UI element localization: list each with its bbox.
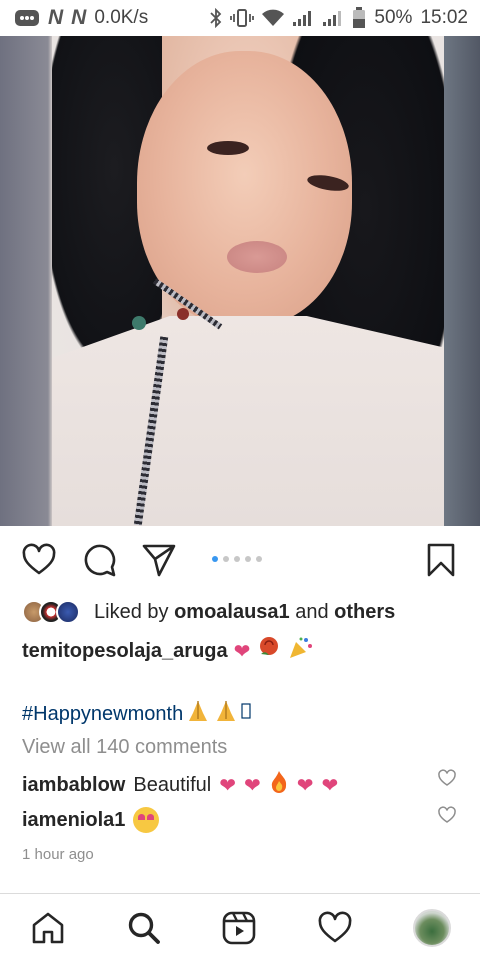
nav-profile-avatar[interactable] (413, 909, 451, 947)
photo-eye-left (207, 141, 249, 155)
liked-by-user[interactable]: omoalausa1 (174, 601, 290, 624)
heart-emoji-icon: ❤ (296, 774, 314, 797)
folded-hands-icon (213, 699, 239, 729)
wifi-icon (262, 9, 285, 27)
carousel-dot (245, 556, 251, 562)
paper-plane-icon (142, 544, 176, 577)
clock: 15:02 (420, 7, 468, 28)
post-action-bar (0, 526, 480, 594)
comment-icon (84, 544, 116, 577)
comment-username[interactable]: iambablow (22, 774, 125, 797)
heart-outline-icon (438, 806, 456, 823)
unknown-glyph-icon (241, 701, 251, 727)
like-button[interactable] (21, 542, 57, 578)
heart-outline-icon (318, 911, 352, 943)
status-bar: N N 0.0K/s 50% 15:02 (0, 0, 480, 36)
avatar (56, 600, 80, 624)
post-timestamp: 1 hour ago (22, 846, 94, 863)
search-icon (128, 912, 160, 944)
liked-by-joiner: and (295, 600, 329, 623)
vibrate-icon (230, 8, 255, 28)
heart-outline-icon (438, 769, 456, 786)
heart-emoji-icon: ❤ (219, 774, 236, 797)
hashtag-link[interactable]: #Happynewmonth (22, 703, 183, 726)
nav-activity[interactable] (317, 910, 353, 946)
carousel-dot (256, 556, 262, 562)
signal-icon (292, 9, 314, 27)
network-speed: 0.0K/s (94, 7, 149, 28)
bookmark-icon (427, 543, 455, 577)
heart-eyes-emoji-icon (133, 807, 160, 833)
bottom-nav (0, 893, 480, 960)
nav-reels[interactable] (221, 910, 257, 946)
battery-icon (352, 7, 366, 29)
photo-lips (227, 241, 287, 273)
nav-search[interactable] (126, 910, 162, 946)
comment-username[interactable]: iameniola1 (22, 809, 125, 832)
caption-username[interactable]: temitopesolaja_aruga (22, 640, 228, 663)
liker-avatars (22, 600, 80, 624)
caption-hashtag[interactable]: #Happynewmonth (22, 699, 251, 729)
carousel-dot-active (212, 556, 218, 562)
comment-like-button[interactable] (438, 769, 456, 787)
heart-emoji-icon: ❤ (321, 774, 339, 797)
fire-emoji-icon (269, 770, 289, 800)
carousel-indicator (212, 556, 262, 562)
comment-button[interactable] (81, 542, 117, 578)
comment-like-button[interactable] (438, 806, 456, 824)
home-icon (32, 912, 64, 944)
nav-home[interactable] (30, 910, 66, 946)
carousel-dot (234, 556, 240, 562)
heart-outline-icon (22, 543, 56, 575)
party-popper-icon (288, 636, 314, 666)
comment-row: iambablow Beautiful ❤ ❤ ❤ ❤ (22, 770, 338, 800)
liked-by-others[interactable]: others (334, 601, 395, 624)
rose-emoji-icon (256, 636, 282, 666)
save-button[interactable] (423, 542, 459, 578)
notification-n-icon: N (48, 6, 64, 29)
view-all-comments-link[interactable]: View all 140 comments (22, 736, 227, 759)
signal-icon-2 (322, 9, 344, 27)
comment-row: iameniola1 (22, 807, 160, 833)
comment-text: Beautiful (133, 773, 212, 796)
heart-emoji-icon: ❤ (243, 774, 261, 797)
heart-emoji-icon: ❤ (233, 640, 251, 663)
reels-icon (222, 911, 256, 945)
likes-summary[interactable]: Liked by omoalausa1 and others (22, 598, 395, 626)
battery-percentage: 50% (374, 7, 413, 28)
message-icon (14, 8, 40, 28)
photo-necklace-charm (132, 316, 146, 330)
post-photo (52, 36, 444, 526)
bluetooth-icon (210, 8, 222, 28)
carousel-dot (223, 556, 229, 562)
folded-hands-icon (185, 699, 211, 729)
share-button[interactable] (141, 542, 177, 578)
post-caption: temitopesolaja_aruga ❤ (22, 636, 314, 666)
photo-necklace-charm-2 (177, 308, 189, 320)
notification-n-icon: N (71, 6, 87, 29)
liked-by-prefix: Liked by (94, 600, 169, 623)
photo-hoodie (52, 316, 444, 526)
post-image[interactable] (0, 36, 480, 526)
